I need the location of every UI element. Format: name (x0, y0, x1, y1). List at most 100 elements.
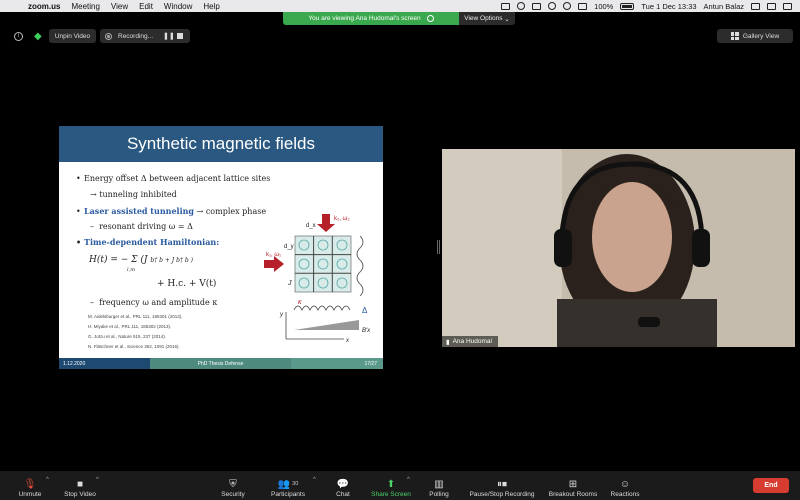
fig-j-label: J (287, 280, 292, 287)
status-tray-icon[interactable] (517, 2, 526, 10)
unpin-video-button[interactable]: Unpin Video (49, 29, 96, 43)
participant-video-image (442, 149, 795, 347)
polling-label: Polling (429, 491, 449, 498)
control-center-icon[interactable] (783, 2, 792, 10)
participants-icon: 👥 30 (277, 478, 299, 490)
grid-icon (730, 32, 739, 40)
participant-video-tile[interactable]: ▮ Ana Hudomal (442, 149, 795, 347)
fig-k1-label: k₁, ω₁ (266, 252, 281, 258)
menu-view[interactable]: View (111, 2, 128, 11)
unmute-button[interactable]: 🎙 Unmute (14, 474, 46, 499)
chat-button[interactable]: 💬 Chat (330, 474, 356, 499)
participants-options-chevron-icon[interactable]: ^ (313, 477, 316, 483)
view-options-label: View Options (464, 15, 503, 22)
fig-dx-label: d_x (306, 223, 316, 229)
info-icon[interactable]: i (14, 32, 23, 41)
reference-2: H. Miyake et al., PRL 111, 185302 (2013)… (88, 324, 172, 329)
security-label: Security (221, 491, 245, 498)
user-name[interactable]: Antun Balaz (704, 2, 744, 11)
eq-part-2: b† b + J b† b ) (150, 257, 193, 264)
gallery-view-button[interactable]: Gallery View (717, 29, 793, 43)
video-camera-icon: ■ (76, 478, 84, 490)
chat-bubble-icon: 💬 (336, 478, 350, 490)
macos-menu-bar: zoom.us Meeting View Edit Window Help 10… (0, 0, 800, 12)
hamiltonian-equation-line-1: H(t) = − Σ (J b† b + J b† b ) (89, 255, 193, 265)
wifi-icon[interactable] (578, 2, 588, 10)
breakout-rooms-button[interactable]: ⊞ Breakout Rooms (545, 474, 601, 499)
audio-options-chevron-icon[interactable]: ^ (46, 477, 49, 483)
fig-x-label: x (345, 338, 350, 344)
menu-window[interactable]: Window (164, 2, 192, 11)
poll-chart-icon: ▥ (434, 478, 444, 490)
slide-bullet-2: • Laser assisted tunneling → complex phas… (76, 206, 267, 216)
potential-gradient-wedge (294, 320, 359, 330)
breakout-rooms-label: Breakout Rooms (548, 491, 598, 498)
slide-bullet-2-label: Laser assisted tunneling (84, 206, 195, 216)
stop-recording-icon[interactable] (177, 33, 184, 39)
fig-dy-label: d_y (284, 244, 294, 250)
unmute-label: Unmute (18, 491, 42, 498)
gallery-view-label: Gallery View (742, 32, 780, 40)
shield-icon[interactable]: ◆ (34, 31, 44, 42)
slide-sub-2: – resonant driving ω = Δ (90, 222, 193, 231)
dropbox-icon[interactable] (532, 2, 542, 10)
participants-count: 30 (292, 481, 299, 487)
driving-wave-vertical (356, 235, 364, 297)
reactions-label: Reactions (610, 491, 640, 498)
time-machine-icon[interactable] (548, 2, 557, 10)
slide-sub-3: – frequency ω and amplitude κ (90, 298, 218, 307)
menu-app-zoom[interactable]: zoom.us (28, 2, 60, 11)
polling-button[interactable]: ▥ Polling (426, 474, 452, 499)
recording-indicator: Recording... ❚❚ (100, 29, 190, 43)
unpin-video-label: Unpin Video (54, 32, 91, 40)
end-meeting-button[interactable]: End (753, 478, 789, 493)
menu-help[interactable]: Help (203, 2, 219, 11)
share-screen-label: Share Screen (371, 491, 411, 498)
slide-footer-date: 1.12.2020 (59, 358, 150, 369)
split-view-divider-handle[interactable] (437, 240, 440, 254)
bluetooth-icon[interactable] (563, 2, 572, 10)
pause-stop-icon: ⏸⏹ (497, 478, 507, 490)
stop-video-label: Stop Video (64, 491, 96, 498)
shared-screen-slide: Synthetic magnetic fields • Energy offset… (59, 126, 383, 369)
participant-name-tag: ▮ Ana Hudomal (442, 336, 498, 347)
pause-stop-recording-button[interactable]: ⏸⏹ Pause/Stop Recording (465, 474, 539, 499)
lattice-grid (294, 235, 352, 293)
search-icon[interactable] (751, 2, 760, 10)
battery-icon[interactable] (620, 2, 635, 10)
video-options-chevron-icon[interactable]: ^ (96, 477, 99, 483)
battery-percent: 100% (594, 1, 614, 11)
slide-sub-2-text: resonant driving ω = Δ (99, 222, 193, 231)
screen-share-banner: You are viewing Ana Hudomal's screen (283, 12, 459, 25)
lattice-figure: d_x k₂, ω₂ k₁, ω₁ d_y J κ Δ B′x y x (264, 214, 371, 344)
participants-button[interactable]: 👥 30 Participants (264, 474, 312, 499)
reference-4: N. Fläschner et al., Science 352, 1091 (… (88, 344, 180, 349)
driving-wave-horizontal (293, 305, 351, 311)
slide-footer: 1.12.2020 PhD Thesis Defense 17/27 (59, 358, 383, 369)
fig-k2-arrow (317, 214, 335, 232)
pause-recording-icon[interactable]: ❚❚ (163, 32, 175, 40)
security-button[interactable]: ⛨ Security (214, 474, 252, 499)
stop-video-button[interactable]: ■ Stop Video (60, 474, 100, 499)
slide-footer-page: 17/27 (291, 358, 383, 369)
hamiltonian-equation-line-2: + H.c. + V(t) (157, 279, 217, 289)
chat-label: Chat (336, 491, 350, 498)
fig-bprime-label: B′x (362, 328, 371, 334)
reactions-button[interactable]: ☺ Reactions (608, 474, 642, 499)
security-shield-icon: ⛨ (229, 478, 237, 490)
view-options-button[interactable]: View Options ⌄ (459, 12, 515, 25)
slide-bullet-2-rest: → complex phase (194, 207, 267, 216)
pause-stop-recording-label: Pause/Stop Recording (469, 491, 535, 498)
menu-edit[interactable]: Edit (139, 2, 153, 11)
slide-sub-1: → tunneling inhibited (90, 190, 177, 199)
share-options-chevron-icon[interactable]: ^ (407, 477, 410, 483)
flag-icon[interactable] (767, 2, 776, 10)
recording-label: Recording... (118, 32, 154, 40)
slide-references: M. Aidelsburger et al., PRL 111, 185301 … (88, 312, 182, 352)
slide-bullet-3-label: Time-dependent Hamiltonian: (84, 237, 220, 247)
share-banner-text: You are viewing Ana Hudomal's screen (308, 15, 421, 22)
clock[interactable]: Tue 1 Dec 13:33 (641, 2, 696, 11)
share-screen-icon: ⬆ (386, 478, 396, 490)
menu-meeting[interactable]: Meeting (71, 2, 99, 11)
zoom-tray-icon[interactable] (501, 2, 511, 10)
